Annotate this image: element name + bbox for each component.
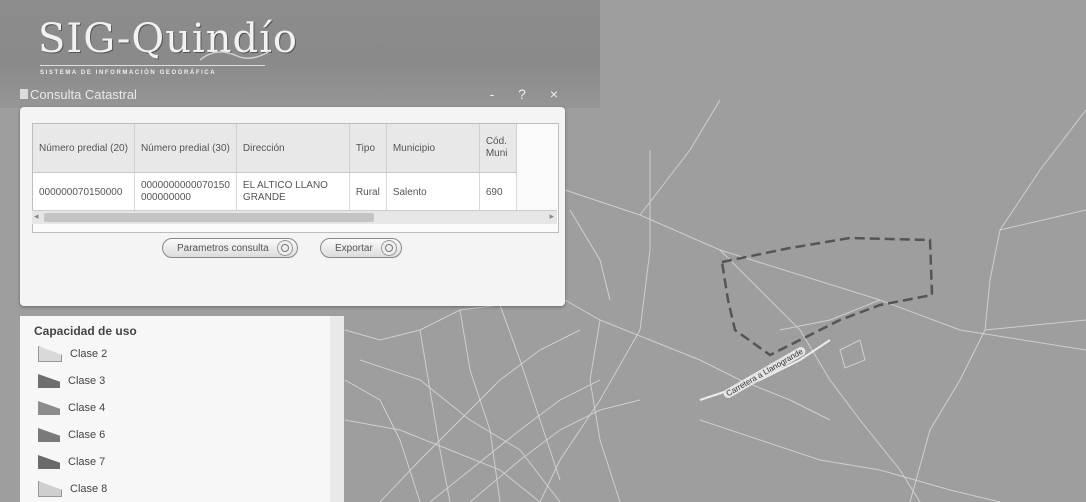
legend-label: Clase 3 <box>68 375 106 387</box>
scroll-right-icon[interactable]: ▸ <box>549 211 554 222</box>
button-label: Exportar <box>335 242 373 254</box>
legend-scrollbar[interactable] <box>330 316 344 502</box>
table-cell: 690 <box>479 172 517 211</box>
legend-label: Clase 4 <box>68 402 106 414</box>
search-icon <box>276 240 293 256</box>
query-params-button[interactable]: Parametros consulta <box>162 238 298 258</box>
column-header[interactable]: Número predial (20) <box>33 124 135 173</box>
legend-panel: Capacidad de uso Clase 2 Clase 3 Clase 4… <box>20 316 330 502</box>
export-button[interactable]: Exportar <box>320 238 402 258</box>
legend-label: Clase 2 <box>70 348 108 360</box>
legend-label: Clase 7 <box>68 456 106 468</box>
legend-swatch <box>38 481 62 497</box>
legend-label: Clase 8 <box>70 483 108 495</box>
table-cell: EL ALTICO LLANO GRANDE <box>236 172 350 211</box>
table-row[interactable]: 000000070150000 0000000000070150 0000000… <box>33 172 517 211</box>
legend-item: Clase 4 <box>38 399 105 417</box>
legend-item: Clase 6 <box>38 426 105 444</box>
legend-swatch <box>38 401 60 415</box>
legend-item: Clase 3 <box>38 372 105 390</box>
column-header[interactable]: Municipio <box>386 124 480 173</box>
legend-item: Clase 8 <box>38 480 107 498</box>
column-header[interactable]: Cód. Muni <box>479 124 517 173</box>
scroll-left-icon[interactable]: ◂ <box>34 211 39 222</box>
column-header[interactable]: Número predial (30) <box>134 124 237 173</box>
scrollbar-thumb[interactable] <box>44 213 374 222</box>
window-title: Consulta Catastral <box>30 87 137 102</box>
column-header[interactable]: Dirección <box>236 124 350 173</box>
table-cell: 000000070150000 <box>33 172 135 211</box>
button-label: Parametros consulta <box>177 242 269 254</box>
logo-divider <box>40 65 265 66</box>
legend-item: Clase 2 <box>38 345 107 363</box>
table-cell: Salento <box>386 172 480 211</box>
legend-swatch <box>38 428 60 442</box>
legend-title: Capacidad de uso <box>34 324 137 338</box>
window-controls[interactable]: - ? × <box>490 86 568 102</box>
legend-swatch <box>38 374 60 388</box>
logo-subtitle: SISTEMA DE INFORMACIÓN GEOGRÁFICA <box>40 70 217 76</box>
legend-swatch <box>38 455 60 469</box>
window-icon <box>20 89 28 99</box>
legend-swatch <box>38 346 62 362</box>
app-logo: SIG-Quindío SISTEMA DE INFORMACIÓN GEOGR… <box>20 10 297 82</box>
query-panel: Número predial (20) Número predial (30) … <box>20 107 565 306</box>
leaves-icon <box>199 50 271 61</box>
window-titlebar[interactable]: Consulta Catastral - ? × <box>20 84 568 106</box>
legend-label: Clase 6 <box>68 429 106 441</box>
export-icon <box>380 240 397 256</box>
table-cell: 0000000000070150 000000000 <box>134 172 237 211</box>
legend-item: Clase 7 <box>38 453 105 471</box>
column-header[interactable]: Tipo <box>349 124 387 173</box>
table-cell: Rural <box>349 172 387 211</box>
horizontal-scrollbar[interactable]: ◂ ▸ <box>32 210 557 224</box>
